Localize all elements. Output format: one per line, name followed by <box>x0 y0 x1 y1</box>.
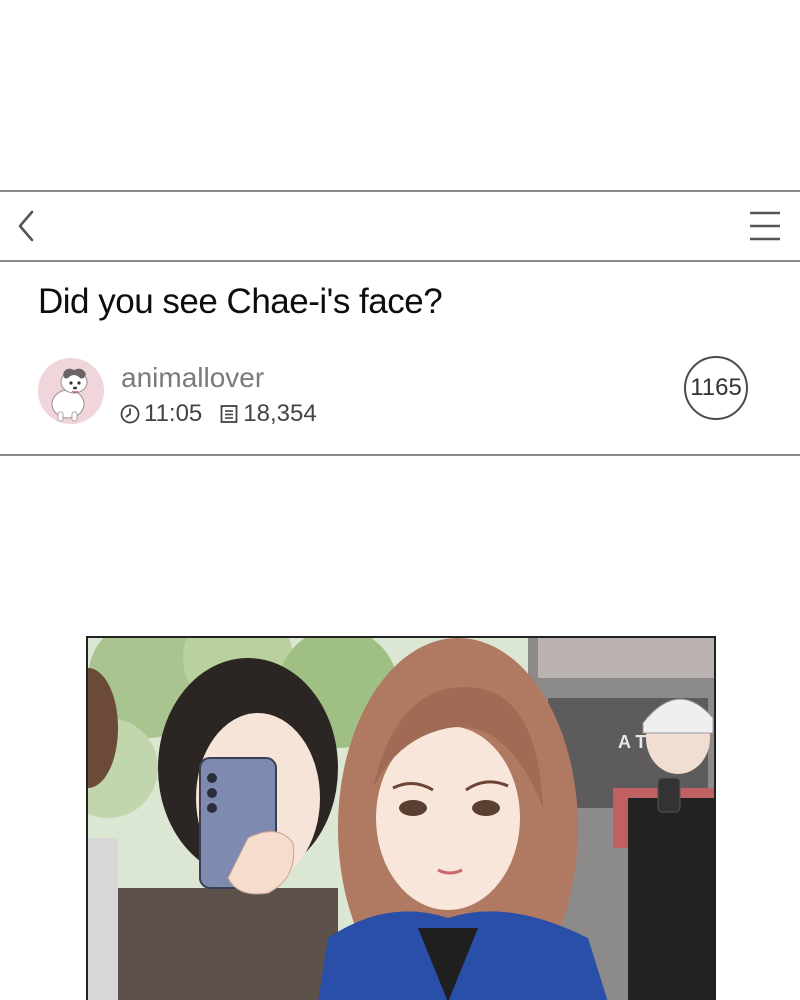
author-name[interactable]: animallover <box>121 362 264 394</box>
chevron-left-icon <box>18 210 34 242</box>
view-count: 18,354 <box>243 400 317 427</box>
comic-illustration: A T <box>88 638 714 1000</box>
hamburger-menu-icon <box>750 211 780 241</box>
post-time: 11:05 <box>144 400 203 427</box>
top-blank-space <box>0 0 800 190</box>
back-button[interactable] <box>10 206 46 246</box>
dog-avatar-icon <box>38 358 104 424</box>
shop-sign-text: A T <box>618 732 646 752</box>
post-header: Did you see Chae-i's face? animallover 1… <box>0 262 800 456</box>
clock-icon <box>120 404 140 424</box>
avatar[interactable] <box>38 358 104 424</box>
comment-count-badge[interactable]: 1165 <box>684 356 748 420</box>
post-title: Did you see Chae-i's face? <box>38 282 443 321</box>
comic-panel-image: A T <box>86 636 716 1000</box>
menu-button[interactable] <box>748 208 782 244</box>
document-icon <box>220 405 238 423</box>
nav-bar <box>0 190 800 262</box>
post-meta: 11:05 18,354 <box>119 400 317 428</box>
